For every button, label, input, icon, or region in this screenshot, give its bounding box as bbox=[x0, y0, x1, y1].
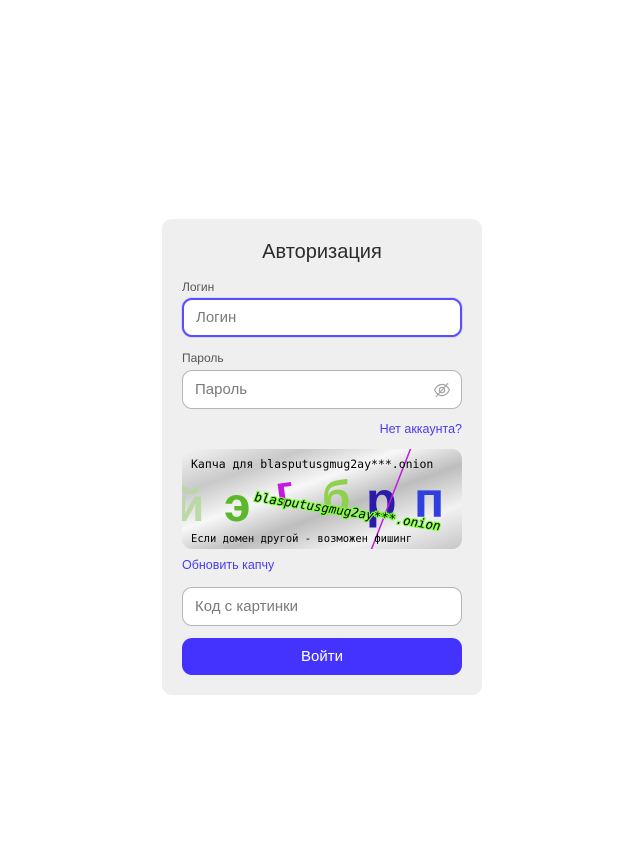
captcha-image: й э г б р п blasputusgmug2ay***.onion Ка… bbox=[182, 449, 462, 549]
form-title: Авторизация bbox=[262, 241, 382, 263]
password-label: Пароль bbox=[182, 351, 224, 365]
password-input[interactable] bbox=[195, 371, 425, 408]
captcha-code-input[interactable] bbox=[195, 588, 425, 625]
captcha-header-text: Капча для blasputusgmug2ay***.onion bbox=[191, 457, 433, 471]
no-account-link[interactable]: Нет аккаунта? bbox=[380, 422, 462, 436]
refresh-captcha-link[interactable]: Обновить капчу bbox=[182, 558, 274, 572]
login-label: Логин bbox=[182, 280, 215, 294]
captcha-letter: й bbox=[182, 479, 204, 531]
captcha-letter: э bbox=[224, 479, 251, 532]
captcha-footer-text: Если домен другой - возможен фишинг bbox=[191, 533, 412, 545]
login-button[interactable]: Войти bbox=[182, 638, 462, 675]
password-field[interactable] bbox=[182, 370, 462, 409]
login-field[interactable] bbox=[182, 298, 462, 337]
login-input[interactable] bbox=[196, 300, 426, 335]
captcha-code-field[interactable] bbox=[182, 587, 462, 626]
login-card: Авторизация Логин Пароль Нет аккаунта? й… bbox=[162, 219, 482, 695]
eye-off-icon[interactable] bbox=[433, 381, 451, 399]
